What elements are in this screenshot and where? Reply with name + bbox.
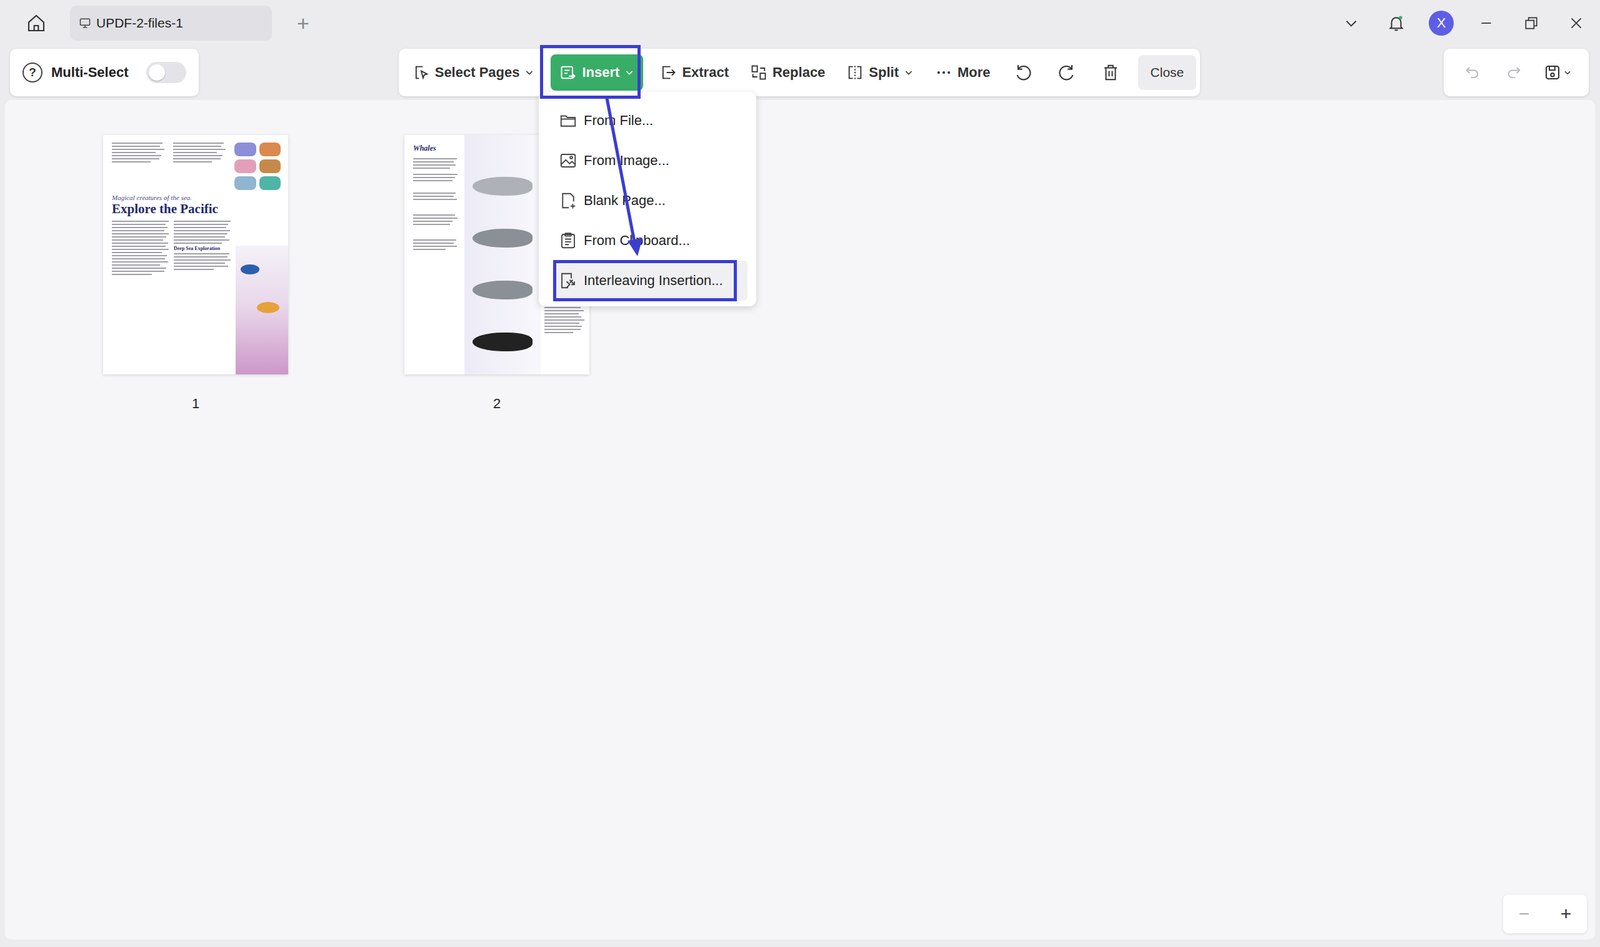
zoom-in-button[interactable]: +: [1551, 904, 1582, 924]
menu-item[interactable]: From File...: [552, 100, 748, 141]
page-number: 1: [191, 395, 200, 412]
insert-icon: [559, 63, 577, 82]
rotate-right-button[interactable]: [1050, 56, 1084, 89]
page-canvas: Magical creatures of the sea.Explore the…: [5, 100, 1595, 940]
minimize-icon: [1478, 15, 1495, 32]
menu-item[interactable]: Blank Page...: [552, 180, 748, 221]
new-tab-button[interactable]: +: [290, 12, 316, 34]
menu-item[interactable]: Interleaving Insertion...: [552, 260, 748, 301]
restore-icon: [1523, 15, 1540, 32]
rotate-left-button[interactable]: [1006, 56, 1040, 89]
toolbar-button[interactable]: More: [930, 54, 996, 91]
page-subtitle: Magical creatures of the sea.: [103, 190, 289, 202]
folder-icon: [558, 111, 578, 130]
page-title: Explore the Pacific: [103, 201, 289, 221]
page-thumbnail[interactable]: Magical creatures of the sea.Explore the…: [103, 135, 289, 375]
toolbar-button-label: Replace: [772, 64, 825, 81]
chevron-down-icon: [1343, 15, 1360, 32]
close-window-button[interactable]: [1561, 8, 1592, 39]
interleave-icon: [558, 271, 578, 290]
menu-item-label: From File...: [583, 112, 654, 129]
redo-icon: [1505, 63, 1523, 82]
toolbar-button-label: Select Pages: [435, 64, 520, 81]
multi-select-toggle[interactable]: [146, 61, 187, 84]
split-icon: [846, 63, 864, 82]
menu-item[interactable]: From Clipboard...: [552, 220, 748, 261]
clipboard-icon: [558, 231, 578, 250]
toolbar-button[interactable]: Select Pages: [407, 54, 540, 91]
multi-select-label: Multi-Select: [51, 64, 138, 81]
more-icon: [935, 63, 953, 82]
rotate-right-icon: [1056, 62, 1077, 83]
title-bar: UPDF-2-files-1 + X: [0, 0, 1600, 46]
extract-icon: [659, 63, 677, 82]
toolbar-button[interactable]: Replace: [745, 54, 830, 91]
redo-button[interactable]: [1497, 56, 1530, 89]
restore-button[interactable]: [1516, 8, 1547, 39]
notifications-button[interactable]: [1381, 8, 1412, 39]
page-item[interactable]: Magical creatures of the sea.Explore the…: [103, 135, 289, 412]
reef-picture: [235, 245, 289, 375]
delete-button[interactable]: [1094, 56, 1127, 89]
page-grid: Magical creatures of the sea.Explore the…: [103, 135, 1595, 412]
tab-title: UPDF-2-files-1: [96, 15, 184, 31]
chevron-down-icon: [524, 67, 535, 78]
toolbar-button-label: Extract: [681, 64, 729, 81]
app-window: UPDF-2-files-1 + X? Multi-Select Select Page…: [0, 0, 1600, 947]
toolbar-button-label: More: [957, 64, 991, 81]
page-section-heading: Deep Sea Exploration: [173, 245, 231, 252]
image-icon: [558, 151, 578, 170]
page-toolbar: Select Pages Insert Extract Replace Split Mor…: [398, 48, 1201, 97]
close-icon: [1568, 15, 1585, 32]
home-icon: [26, 13, 47, 34]
zoom-control: −+: [1503, 894, 1587, 934]
toolbar-button[interactable]: Insert: [550, 54, 644, 91]
trash-icon: [1101, 63, 1120, 82]
user-avatar[interactable]: X: [1428, 10, 1454, 36]
annotation-arrow-icon: [0, 0, 1600, 947]
save-icon: [1543, 63, 1562, 82]
chevron-down-icon: [1563, 68, 1572, 77]
minimize-button[interactable]: [1471, 8, 1502, 39]
menu-item-label: Blank Page...: [583, 192, 666, 209]
help-icon[interactable]: ?: [22, 62, 43, 83]
undo-button[interactable]: [1456, 56, 1489, 89]
select-pages-icon: [412, 63, 430, 82]
undo-icon: [1463, 63, 1482, 82]
chevron-down-icon: [624, 67, 635, 78]
zoom-out-button[interactable]: −: [1509, 904, 1540, 924]
menu-item[interactable]: From Image...: [552, 140, 748, 181]
document-tab[interactable]: UPDF-2-files-1: [70, 5, 272, 41]
toolbar-button-label: Split: [868, 64, 899, 81]
menu-item-label: From Clipboard...: [583, 232, 690, 249]
page-title: Whales: [413, 143, 460, 154]
replace-icon: [750, 63, 768, 82]
whale-pictures: [464, 135, 541, 375]
annotation-box: [540, 45, 641, 99]
coral-pictures: [234, 142, 281, 190]
rotate-left-icon: [1013, 62, 1034, 83]
toolbar-row: ? Multi-Select Select Pages Insert Extract Re…: [0, 45, 1600, 97]
close-button[interactable]: Close: [1138, 55, 1197, 90]
menu-item-label: Interleaving Insertion...: [583, 272, 724, 289]
insert-menu: From File... From Image... Blank Page... Fr…: [538, 91, 757, 307]
bell-icon: [1386, 13, 1406, 33]
tabs-list-button[interactable]: [1336, 8, 1367, 39]
blank-page-icon: [558, 191, 578, 210]
toolbar-button[interactable]: Split: [841, 54, 919, 91]
history-panel: [1443, 48, 1589, 97]
monitor-icon: [78, 16, 92, 30]
toolbar-button-label: Insert: [581, 64, 620, 81]
page-number: 2: [493, 395, 501, 412]
menu-item-label: From Image...: [583, 152, 670, 169]
toolbar-button[interactable]: Extract: [654, 54, 734, 91]
chevron-down-icon: [903, 67, 914, 78]
save-button[interactable]: [1538, 56, 1577, 89]
home-button[interactable]: [21, 8, 52, 39]
multi-select-panel: ? Multi-Select: [10, 48, 199, 97]
